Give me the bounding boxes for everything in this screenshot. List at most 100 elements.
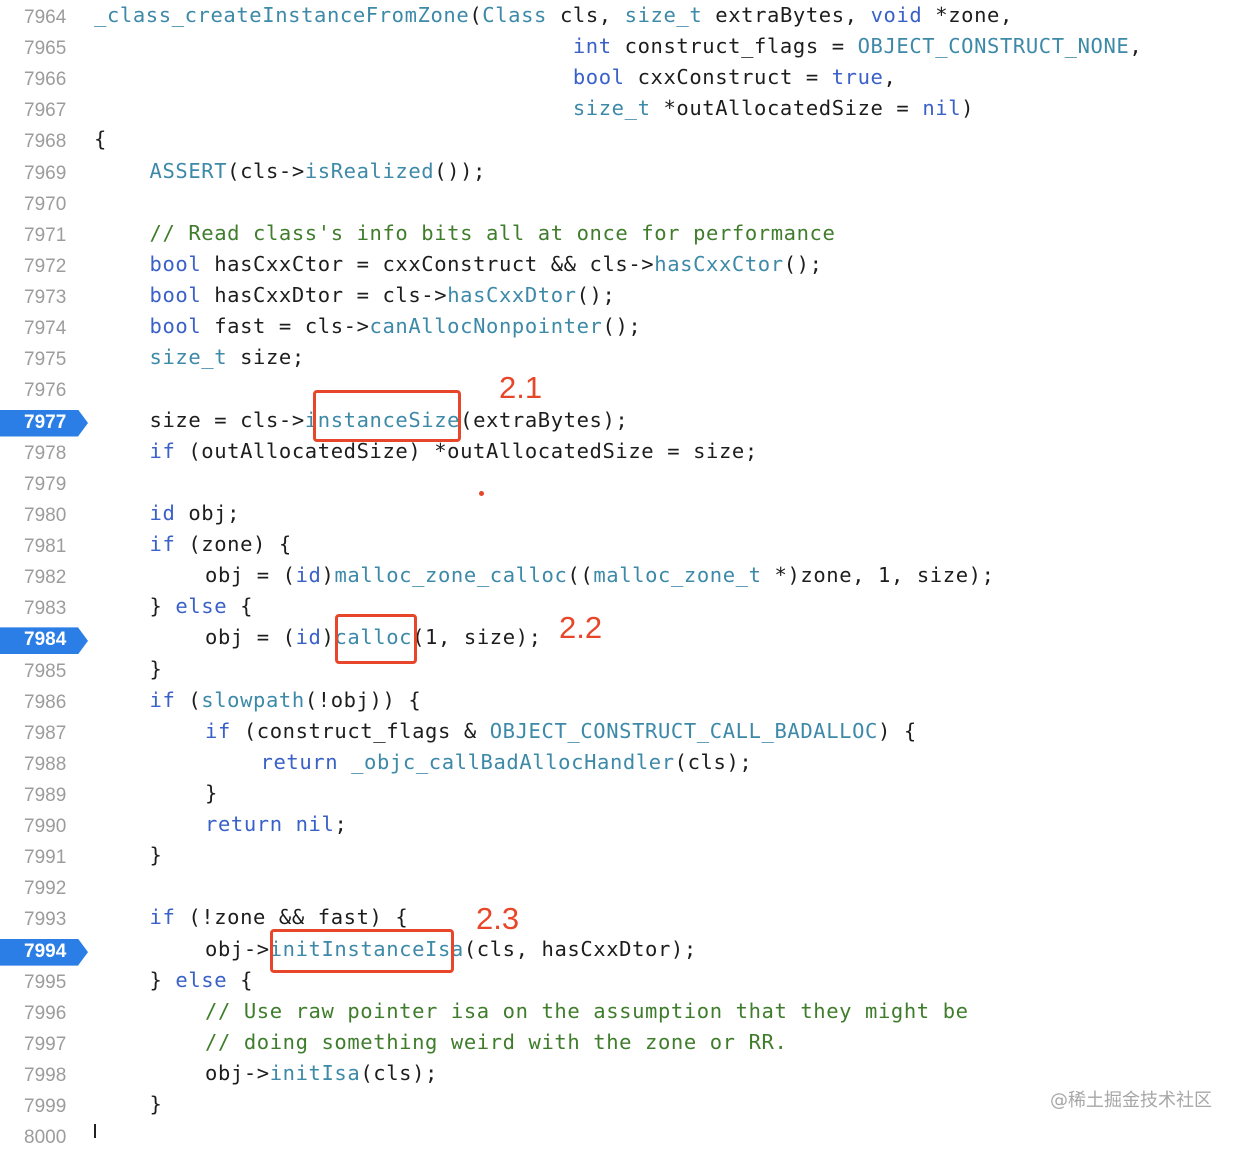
code-token: obj-> — [205, 1061, 270, 1086]
code-text: if (construct_flags & OBJECT_CONSTRUCT_C… — [205, 719, 917, 743]
line-number-gutter[interactable]: 7964 — [0, 2, 88, 33]
code-line[interactable]: 7980 id obj; — [0, 500, 1240, 531]
code-line[interactable]: 7976 — [0, 375, 1240, 406]
line-number-gutter[interactable]: 7991 — [0, 842, 88, 873]
code-token: ) — [321, 625, 335, 650]
code-token: (cls-> — [227, 158, 305, 183]
line-number: 7985 — [24, 660, 67, 682]
code-line[interactable]: 7973 bool hasCxxDtor = cls->hasCxxDtor(); — [0, 282, 1240, 313]
line-number-gutter[interactable]: 7975 — [0, 344, 88, 375]
line-number-gutter[interactable]: 7965 — [0, 33, 88, 64]
code-line[interactable]: 7965 int construct_flags = OBJECT_CONSTR… — [0, 33, 1240, 64]
highlight-box-calloc — [335, 614, 417, 664]
code-line[interactable]: 7989} — [0, 780, 1240, 811]
line-number-gutter[interactable]: 7979 — [0, 469, 88, 500]
breakpoint-marker[interactable]: 7994 — [0, 936, 88, 967]
line-number-gutter[interactable]: 7987 — [0, 718, 88, 749]
line-number-gutter[interactable]: 7982 — [0, 562, 88, 593]
code-line[interactable]: 7981 if (zone) { — [0, 531, 1240, 562]
line-number: 7990 — [24, 816, 67, 838]
code-token: } — [149, 843, 163, 868]
breakpoint-marker[interactable]: 7977 — [0, 407, 88, 438]
breakpoint-flag-icon[interactable]: 7994 — [0, 938, 88, 966]
line-number-gutter[interactable]: 7967 — [0, 95, 88, 126]
breakpoint-flag-icon[interactable]: 7984 — [0, 627, 88, 655]
code-token: return — [260, 749, 339, 774]
line-number-gutter[interactable]: 7971 — [0, 220, 88, 251]
code-line[interactable]: 7979 — [0, 469, 1240, 500]
code-line[interactable]: 7975 size_t size; — [0, 344, 1240, 375]
code-line[interactable]: 7993 if (!zone && fast) { — [0, 904, 1240, 935]
line-number-gutter[interactable]: 7992 — [0, 873, 88, 904]
line-number-gutter[interactable]: 7974 — [0, 313, 88, 344]
line-number-gutter[interactable]: 7999 — [0, 1091, 88, 1122]
code-line[interactable]: 7970 — [0, 189, 1240, 220]
line-number-gutter[interactable]: 7970 — [0, 189, 88, 220]
line-number-gutter[interactable]: 7997 — [0, 1029, 88, 1060]
code-token: (construct_flags & — [230, 718, 490, 743]
code-line[interactable]: 7986 if (slowpath(!obj)) { — [0, 687, 1240, 718]
code-line[interactable]: 7984 obj = (id)calloc(1, size); — [0, 624, 1240, 655]
line-number-gutter[interactable]: 7988 — [0, 749, 88, 780]
line-number-gutter[interactable]: 7968 — [0, 126, 88, 157]
line-number-gutter[interactable]: 7976 — [0, 375, 88, 406]
code-line[interactable]: 7974 bool fast = cls->canAllocNonpointer(… — [0, 313, 1240, 344]
code-line[interactable]: 7964 _class_createInstanceFromZone(Class … — [0, 2, 1240, 33]
code-line[interactable]: 7990 return nil; — [0, 811, 1240, 842]
code-line[interactable]: 7994 obj->initInstanceIsa(cls, hasCxxDtor… — [0, 936, 1240, 967]
line-number-gutter[interactable]: 7995 — [0, 967, 88, 998]
line-number-gutter[interactable]: 7993 — [0, 904, 88, 935]
code-line[interactable]: 7983} else { — [0, 593, 1240, 624]
code-token: if — [149, 532, 176, 557]
code-editor[interactable]: 7964 _class_createInstanceFromZone(Class … — [0, 0, 1240, 1148]
code-token: size; — [227, 345, 305, 370]
breakpoint-marker[interactable]: 7984 — [0, 624, 88, 655]
line-number-gutter[interactable]: 7973 — [0, 282, 88, 313]
code-line[interactable]: 7988 return _objc_callBadAllocHandler(cls… — [0, 749, 1240, 780]
code-token: (outAllocatedSize) *outAllocatedSize = s… — [175, 438, 758, 463]
code-text: // doing something weird with the zone o… — [205, 1030, 787, 1054]
code-line[interactable]: 7982 obj = (id)malloc_zone_calloc((malloc… — [0, 562, 1240, 593]
line-number-gutter[interactable]: 7972 — [0, 251, 88, 282]
line-number-gutter[interactable]: 7985 — [0, 656, 88, 687]
code-line[interactable]: 7992 — [0, 873, 1240, 904]
line-number: 7984 — [24, 629, 67, 651]
code-line[interactable]: 7985} — [0, 656, 1240, 687]
line-number-gutter[interactable]: 7998 — [0, 1060, 88, 1091]
code-line[interactable]: 7995} else { — [0, 967, 1240, 998]
breakpoint-flag-icon[interactable]: 7977 — [0, 409, 88, 437]
code-line[interactable]: 7987 if (construct_flags & OBJECT_CONSTRU… — [0, 718, 1240, 749]
line-number: 7967 — [24, 100, 67, 122]
line-number-gutter[interactable]: 7969 — [0, 158, 88, 189]
code-line[interactable]: 7968 { — [0, 126, 1240, 157]
line-number: 7996 — [24, 1002, 67, 1024]
line-number-gutter[interactable]: 7986 — [0, 687, 88, 718]
code-line[interactable]: 7996 // Use raw pointer isa on the assump… — [0, 998, 1240, 1029]
line-number-gutter[interactable]: 7978 — [0, 438, 88, 469]
code-line[interactable]: 7977 size = cls->instanceSize(extraBytes)… — [0, 407, 1240, 438]
code-token: } — [149, 656, 163, 681]
code-line[interactable]: 7991} — [0, 842, 1240, 873]
highlight-box-init-instance-isa — [270, 929, 454, 973]
code-line[interactable]: 7969 ASSERT(cls->isRealized()); — [0, 158, 1240, 189]
line-number: 7975 — [24, 349, 67, 371]
line-number-gutter[interactable]: 7981 — [0, 531, 88, 562]
line-number-gutter[interactable]: 7966 — [0, 64, 88, 95]
line-number: 7971 — [24, 224, 67, 246]
line-number-gutter[interactable]: 7980 — [0, 500, 88, 531]
code-token: (extraBytes); — [460, 407, 629, 432]
line-number-gutter[interactable]: 7983 — [0, 593, 88, 624]
line-number-gutter[interactable]: 7989 — [0, 780, 88, 811]
code-line[interactable]: 7997 // doing something weird with the zo… — [0, 1029, 1240, 1060]
code-line[interactable]: 7967 size_t *outAllocatedSize = nil) — [0, 95, 1240, 126]
code-line[interactable]: 7972 bool hasCxxCtor = cxxConstruct && cl… — [0, 251, 1240, 282]
code-line[interactable]: 7966 bool cxxConstruct = true, — [0, 64, 1240, 95]
line-number: 7972 — [24, 255, 67, 277]
code-text: size_t *outAllocatedSize = nil) — [94, 96, 974, 120]
line-number-gutter[interactable]: 7990 — [0, 811, 88, 842]
highlight-box-instance-size — [313, 390, 461, 442]
code-line[interactable]: 7978 if (outAllocatedSize) *outAllocatedS… — [0, 438, 1240, 469]
code-line[interactable]: 7971 // Read class's info bits all at onc… — [0, 220, 1240, 251]
line-number-gutter[interactable]: 7996 — [0, 998, 88, 1029]
